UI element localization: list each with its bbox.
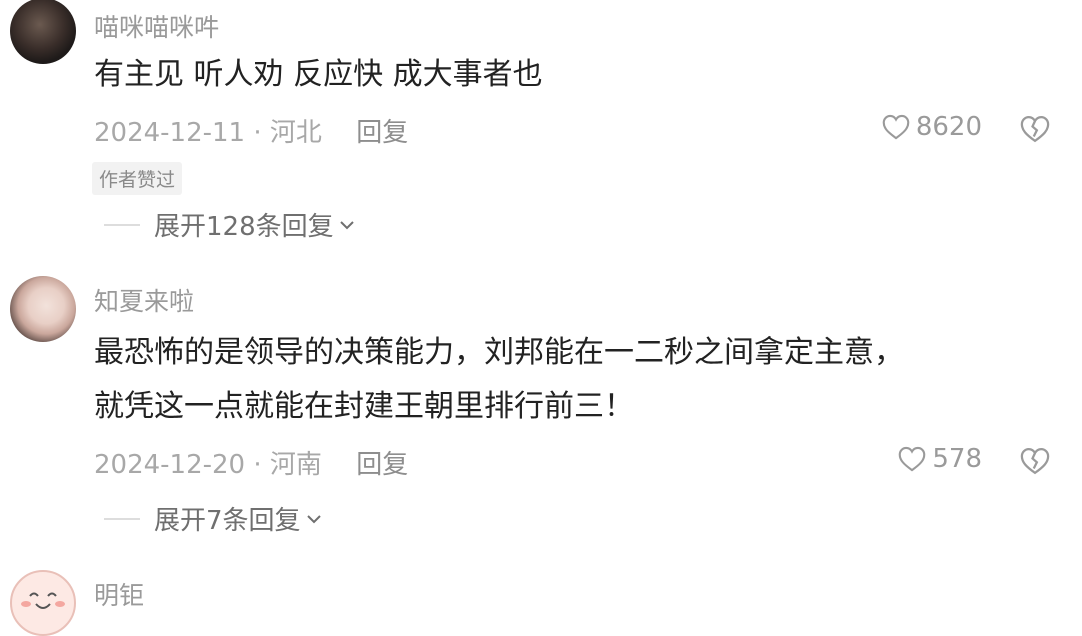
reply-button[interactable]: 回复 [356,118,408,148]
broken-heart-icon[interactable] [1020,446,1050,476]
like-button[interactable]: 578 [898,444,982,474]
like-count: 8620 [915,112,982,142]
avatar[interactable] [10,570,76,636]
reply-button[interactable]: 回复 [356,450,408,480]
comment-text-line: 最恐怖的是领导的决策能力，刘邦能在一二秒之间拿定主意， [94,335,904,370]
emoji-face-icon [21,592,65,609]
comment-date: 2024-12-20 [94,450,246,480]
divider [104,223,140,226]
username[interactable]: 喵咪喵咪吽 [94,8,219,44]
comment-location: 河北 [269,118,322,148]
like-button[interactable]: 8620 [882,112,982,142]
like-count: 578 [932,444,982,474]
expand-replies-button[interactable]: 展开7条回复 [104,500,323,537]
avatar[interactable] [10,0,76,64]
comment-text: 最恐怖的是领导的决策能力，刘邦能在一二秒之间拿定主意， 就凭这一点就能在封建王朝… [94,326,1022,434]
username[interactable]: 明钜 [94,576,144,612]
comment-location: 河南 [269,450,322,480]
heart-outline-icon [882,114,910,140]
broken-heart-icon[interactable] [1020,114,1050,144]
heart-outline-icon [899,446,926,472]
author-liked-badge: 作者赞过 [92,162,183,195]
comment-text-line: 就凭这一点就能在封建王朝里排行前三！ [94,389,634,424]
comment-meta: 2024-12-20 · 河南 回复 [94,444,408,481]
expand-replies-label: 展开7条回复 [154,506,301,536]
chevron-down-icon [339,220,354,229]
expand-replies-label: 展开128条回复 [154,212,334,242]
avatar[interactable] [10,276,76,342]
expand-replies-button[interactable]: 展开128条回复 [104,206,356,243]
comment-text: 有主见 听人劝 反应快 成大事者也 [94,57,543,92]
meta-separator: · [253,118,262,148]
username[interactable]: 知夏来啦 [94,282,194,318]
comment-date: 2024-12-11 [94,118,246,148]
comment-meta: 2024-12-11 · 河北 回复 [94,112,408,149]
divider [104,517,140,520]
chevron-down-icon [306,514,321,523]
meta-separator: · [253,450,262,480]
